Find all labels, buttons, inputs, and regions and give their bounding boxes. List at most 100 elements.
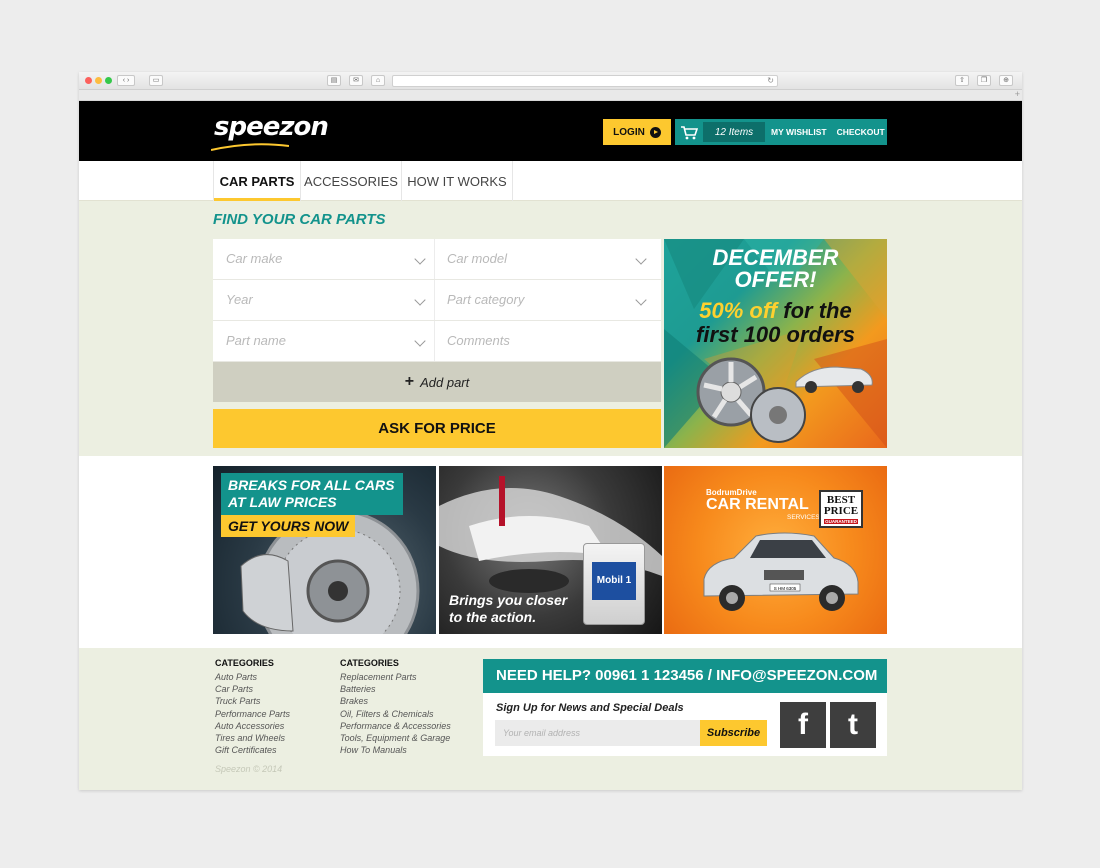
footer-categories-col1: CATEGORIES Auto Parts Car Parts Truck Pa… bbox=[215, 658, 290, 756]
best-price-badge: BEST PRICE GUARANTEED bbox=[819, 490, 863, 528]
year-select[interactable]: Year bbox=[213, 280, 435, 320]
footer-link[interactable]: Oil, Filters & Chemicals bbox=[340, 708, 451, 720]
license-plate: S HM 6305 bbox=[774, 586, 797, 591]
part-category-label: Part category bbox=[447, 292, 525, 307]
chevron-down-icon bbox=[414, 253, 426, 265]
footer-link[interactable]: Performance & Accessories bbox=[340, 720, 451, 732]
print-icon[interactable]: ▤ bbox=[327, 75, 341, 86]
tab-car-parts[interactable]: CAR PARTS bbox=[213, 161, 301, 201]
footer-link[interactable]: Gift Certificates bbox=[215, 744, 290, 756]
car-model-label: Car model bbox=[447, 251, 507, 266]
oil-bottle-image: Mobil 1 bbox=[583, 543, 645, 625]
rental-subtitle: SERVICES bbox=[787, 514, 820, 521]
close-window-button[interactable] bbox=[85, 77, 92, 84]
footer-link[interactable]: Truck Parts bbox=[215, 695, 290, 707]
cart-icon[interactable] bbox=[675, 119, 703, 145]
part-category-select[interactable]: Part category bbox=[435, 280, 661, 320]
wheels-and-car-image bbox=[696, 357, 873, 443]
logo[interactable]: speezon bbox=[214, 112, 329, 142]
footer-link[interactable]: Batteries bbox=[340, 683, 451, 695]
car-rental-banner[interactable]: BodrumDrive CAR RENTAL SERVICES BEST PRI… bbox=[664, 466, 887, 634]
comments-label: Comments bbox=[447, 333, 510, 348]
promo-rest-line1: for the bbox=[783, 298, 852, 323]
promo-highlight: 50% off bbox=[699, 298, 778, 323]
footer-link[interactable]: Tires and Wheels bbox=[215, 732, 290, 744]
cart-count[interactable]: 12 Items bbox=[703, 122, 765, 142]
brakes-headline: BREAKS FOR ALL CARS AT LAW PRICES bbox=[221, 473, 403, 515]
tab-strip: + bbox=[79, 89, 1022, 101]
chevron-down-icon bbox=[414, 294, 426, 306]
rental-car-image: S HM 6305 bbox=[703, 532, 859, 611]
copyright: Speezon © 2014 bbox=[215, 764, 283, 774]
footer-link[interactable]: Car Parts bbox=[215, 683, 290, 695]
share-icon[interactable]: ⇧ bbox=[955, 75, 969, 86]
promo-rest-line2: first 100 orders bbox=[696, 322, 855, 347]
year-label: Year bbox=[226, 292, 253, 307]
ask-for-price-button[interactable]: ASK FOR PRICE bbox=[213, 409, 661, 448]
promo-offer-text: 50% off for the first 100 orders bbox=[664, 299, 887, 347]
downloads-icon[interactable]: ⊕ bbox=[999, 75, 1013, 86]
car-make-label: Car make bbox=[226, 251, 283, 266]
tab-how-it-works[interactable]: HOW IT WORKS bbox=[402, 161, 513, 201]
footer-link[interactable]: Tools, Equipment & Garage bbox=[340, 732, 451, 744]
december-offer-banner[interactable]: DECEMBER OFFER! 50% off for the first 10… bbox=[664, 239, 887, 448]
footer-link[interactable]: Auto Parts bbox=[215, 671, 290, 683]
mail-icon[interactable]: ✉ bbox=[349, 75, 363, 86]
site-header: speezon LOGIN 12 Items MY WISHLIST CHECK… bbox=[79, 101, 1022, 161]
badge-line2: PRICE bbox=[823, 505, 859, 517]
car-make-select[interactable]: Car make bbox=[213, 239, 435, 279]
chevron-down-icon bbox=[635, 294, 647, 306]
email-field[interactable] bbox=[495, 720, 700, 746]
add-part-button[interactable]: + Add part bbox=[213, 362, 661, 402]
browser-window: ‹ › ▭ ▤ ✉ ⌂ ↻ ⇧ ❐ ⊕ + speezon LOGIN 12 I… bbox=[79, 72, 1022, 790]
reload-icon[interactable]: ↻ bbox=[767, 76, 774, 86]
part-name-select[interactable]: Part name bbox=[213, 321, 435, 361]
help-box: NEED HELP? 00961 1 123456 / INFO@SPEEZON… bbox=[483, 659, 887, 756]
footer-link[interactable]: Auto Accessories bbox=[215, 720, 290, 732]
play-icon bbox=[649, 126, 661, 138]
maximize-window-button[interactable] bbox=[105, 77, 112, 84]
tab-accessories[interactable]: ACCESSORIES bbox=[301, 161, 402, 201]
part-name-label: Part name bbox=[226, 333, 286, 348]
footer-link[interactable]: Brakes bbox=[340, 695, 451, 707]
footer-link[interactable]: How To Manuals bbox=[340, 744, 451, 756]
rental-title: CAR RENTAL bbox=[706, 496, 809, 513]
comments-field[interactable]: Comments bbox=[435, 321, 661, 361]
wishlist-link[interactable]: MY WISHLIST bbox=[771, 127, 827, 137]
help-contact: NEED HELP? 00961 1 123456 / INFO@SPEEZON… bbox=[483, 659, 887, 693]
parts-form: Car make Car model Year Part category Pa… bbox=[213, 239, 661, 448]
car-model-select[interactable]: Car model bbox=[435, 239, 661, 279]
browser-toolbar: ‹ › ▭ ▤ ✉ ⌂ ↻ ⇧ ❐ ⊕ bbox=[79, 72, 1022, 90]
sidebar-icon[interactable]: ▭ bbox=[149, 75, 163, 86]
home-icon[interactable]: ⌂ bbox=[371, 75, 385, 86]
mobil-banner[interactable]: Mobil 1 Brings you closer to the action. bbox=[439, 466, 662, 634]
window-controls bbox=[85, 77, 112, 84]
form-row: Part name Comments bbox=[213, 321, 661, 362]
address-bar[interactable]: ↻ bbox=[392, 75, 778, 87]
subscribe-button[interactable]: Subscribe bbox=[700, 720, 767, 746]
promo-title: DECEMBER OFFER! bbox=[664, 247, 887, 291]
add-part-label: Add part bbox=[420, 374, 470, 390]
minimize-window-button[interactable] bbox=[95, 77, 102, 84]
footer-categories-col2: CATEGORIES Replacement Parts Batteries B… bbox=[340, 658, 451, 756]
footer-link[interactable]: Performance Parts bbox=[215, 708, 290, 720]
tabs-icon[interactable]: ❐ bbox=[977, 75, 991, 86]
footer-link[interactable]: Replacement Parts bbox=[340, 671, 451, 683]
back-forward-buttons[interactable]: ‹ › bbox=[117, 75, 135, 86]
brakes-banner[interactable]: BREAKS FOR ALL CARS AT LAW PRICES GET YO… bbox=[213, 466, 436, 634]
promo-title-line1: DECEMBER bbox=[712, 245, 839, 270]
form-row: Car make Car model bbox=[213, 239, 661, 280]
facebook-icon[interactable]: f bbox=[780, 702, 826, 748]
checkout-link[interactable]: CHECKOUT bbox=[837, 127, 885, 137]
new-tab-icon[interactable]: + bbox=[1015, 89, 1020, 99]
twitter-icon[interactable]: t bbox=[830, 702, 876, 748]
get-yours-now-button[interactable]: GET YOURS NOW bbox=[221, 515, 356, 537]
footer-heading: CATEGORIES bbox=[215, 658, 274, 668]
footer-heading: CATEGORIES bbox=[340, 658, 399, 668]
finder-title: FIND YOUR CAR PARTS bbox=[213, 211, 386, 228]
signup-label: Sign Up for News and Special Deals bbox=[496, 702, 684, 714]
login-button[interactable]: LOGIN bbox=[603, 119, 671, 145]
parts-finder-section: FIND YOUR CAR PARTS Car make Car model Y… bbox=[79, 201, 1022, 456]
oil-text-line2: to the action. bbox=[449, 609, 537, 625]
oil-banner-text: Brings you closer to the action. bbox=[449, 592, 567, 626]
